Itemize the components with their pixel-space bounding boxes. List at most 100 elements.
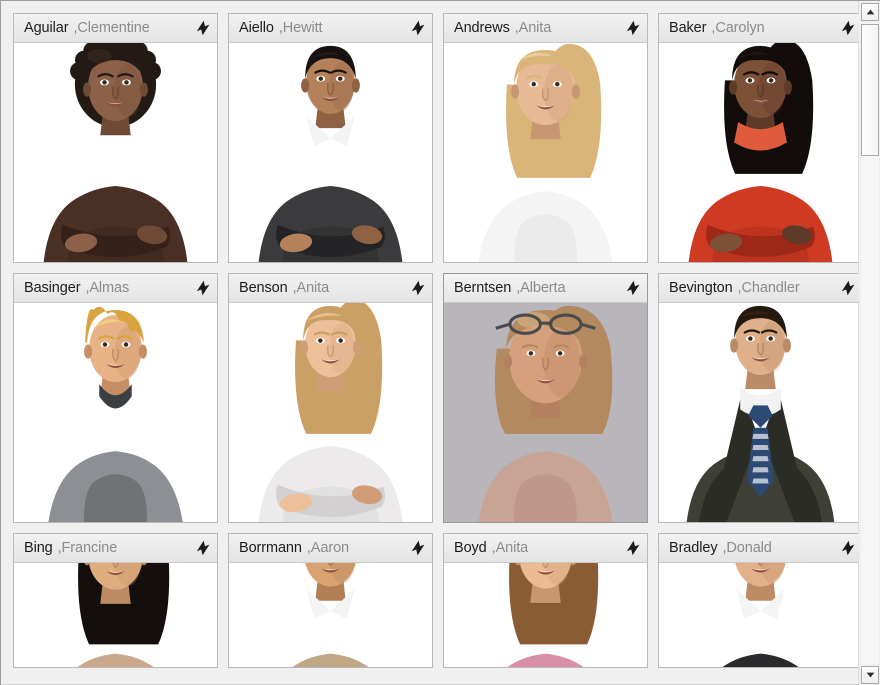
contact-last-name: Boyd (454, 540, 487, 556)
contact-card-header[interactable]: Andrews ,Anita (444, 14, 647, 43)
contact-last-name: Berntsen (454, 280, 512, 296)
contact-last-name: Bing (24, 540, 53, 556)
contact-first-name: ,Anita (514, 20, 552, 36)
contact-first-name: ,Francine (57, 540, 118, 556)
contact-last-name: Aiello (239, 20, 274, 36)
contact-last-name: Borrmann (239, 540, 302, 556)
contact-photo[interactable] (229, 43, 432, 262)
flash-icon (626, 20, 640, 36)
flash-icon (841, 540, 855, 556)
contact-last-name: Basinger (24, 280, 81, 296)
scrollbar-thumb[interactable] (861, 24, 879, 156)
contact-first-name: ,Anita (491, 540, 529, 556)
contact-photo[interactable] (229, 303, 432, 522)
flash-icon (841, 20, 855, 36)
contact-first-name: ,Hewitt (278, 20, 323, 36)
contact-photo[interactable] (14, 43, 217, 262)
contact-first-name: ,Carolyn (711, 20, 765, 36)
contact-card-header[interactable]: Bevington ,Chandler (659, 274, 859, 303)
contact-photo[interactable] (14, 303, 217, 522)
contact-card[interactable]: Aguilar ,Clementine (13, 13, 218, 263)
contact-photo-gallery[interactable]: Aguilar ,Clementine Aiello ,Hewitt Andrews… (1, 1, 859, 685)
flash-icon[interactable] (841, 20, 855, 36)
contact-name: Basinger ,Almas (24, 280, 190, 296)
flash-icon (411, 540, 425, 556)
flash-icon (196, 540, 210, 556)
flash-icon[interactable] (411, 20, 425, 36)
contact-name: Berntsen ,Alberta (454, 280, 620, 296)
contact-first-name: ,Chandler (737, 280, 800, 296)
flash-icon[interactable] (196, 280, 210, 296)
contact-card-header[interactable]: Aiello ,Hewitt (229, 14, 432, 43)
flash-icon (196, 20, 210, 36)
flash-icon[interactable] (411, 540, 425, 556)
contact-first-name: ,Clementine (73, 20, 150, 36)
contact-photo[interactable] (444, 43, 647, 262)
flash-icon (411, 20, 425, 36)
flash-icon (626, 540, 640, 556)
contact-name: Benson ,Anita (239, 280, 405, 296)
contact-card-header[interactable]: Aguilar ,Clementine (14, 14, 217, 43)
flash-icon (841, 280, 855, 296)
contact-name: Boyd ,Anita (454, 540, 620, 556)
flash-icon[interactable] (196, 540, 210, 556)
gallery-row: Aguilar ,Clementine Aiello ,Hewitt Andrews… (13, 13, 859, 263)
flash-icon[interactable] (841, 540, 855, 556)
contact-photo[interactable] (659, 563, 859, 667)
gallery-row: Bing ,Francine Borrmann ,Aaron Boyd ,Anita … (13, 533, 859, 668)
flash-icon (411, 280, 425, 296)
flash-icon[interactable] (626, 20, 640, 36)
contact-first-name: ,Almas (85, 280, 130, 296)
contact-name: Aiello ,Hewitt (239, 20, 405, 36)
contact-card-header[interactable]: Berntsen ,Alberta (444, 274, 647, 303)
contact-photo[interactable] (444, 303, 647, 522)
scroll-up-button[interactable] (861, 3, 879, 21)
contact-card-header[interactable]: Benson ,Anita (229, 274, 432, 303)
contact-name: Aguilar ,Clementine (24, 20, 190, 36)
contact-first-name: ,Aaron (306, 540, 349, 556)
contact-card-header[interactable]: Borrmann ,Aaron (229, 534, 432, 563)
flash-icon[interactable] (411, 280, 425, 296)
contact-card[interactable]: Bing ,Francine (13, 533, 218, 668)
scroll-down-button[interactable] (861, 666, 879, 684)
contact-card[interactable]: Boyd ,Anita (443, 533, 648, 668)
contact-card-header[interactable]: Bradley ,Donald (659, 534, 859, 563)
contact-card[interactable]: Bradley ,Donald (658, 533, 859, 668)
contact-name: Bradley ,Donald (669, 540, 835, 556)
contact-card-header[interactable]: Boyd ,Anita (444, 534, 647, 563)
contact-last-name: Bradley (669, 540, 718, 556)
flash-icon[interactable] (626, 540, 640, 556)
contact-last-name: Benson (239, 280, 288, 296)
contact-first-name: ,Anita (292, 280, 330, 296)
contact-card[interactable]: Baker ,Carolyn (658, 13, 859, 263)
contact-first-name: ,Donald (722, 540, 772, 556)
flash-icon (626, 280, 640, 296)
contact-name: Borrmann ,Aaron (239, 540, 405, 556)
flash-icon[interactable] (196, 20, 210, 36)
contact-card[interactable]: Aiello ,Hewitt (228, 13, 433, 263)
contact-card[interactable]: Bevington ,Chandler (658, 273, 859, 523)
contact-card[interactable]: Benson ,Anita (228, 273, 433, 523)
contact-name: Bing ,Francine (24, 540, 190, 556)
contact-photo[interactable] (659, 43, 859, 262)
contact-photo[interactable] (229, 563, 432, 667)
contact-photo[interactable] (444, 563, 647, 667)
contact-last-name: Bevington (669, 280, 733, 296)
contact-last-name: Andrews (454, 20, 510, 36)
contact-card[interactable]: Borrmann ,Aaron (228, 533, 433, 668)
vertical-scrollbar[interactable] (858, 1, 880, 685)
contact-card-header[interactable]: Basinger ,Almas (14, 274, 217, 303)
gallery-row: Basinger ,Almas Benson ,Anita Berntsen ,Alb… (13, 273, 859, 523)
scroll-down-arrow-icon (866, 672, 874, 678)
contact-card-header[interactable]: Baker ,Carolyn (659, 14, 859, 43)
contact-photo[interactable] (14, 563, 217, 667)
application-window: Aguilar ,Clementine Aiello ,Hewitt Andrews… (0, 0, 880, 685)
contact-card-header[interactable]: Bing ,Francine (14, 534, 217, 563)
contact-card[interactable]: Andrews ,Anita (443, 13, 648, 263)
flash-icon[interactable] (626, 280, 640, 296)
flash-icon[interactable] (841, 280, 855, 296)
contact-photo[interactable] (659, 303, 859, 522)
contact-last-name: Aguilar (24, 20, 69, 36)
contact-card[interactable]: Berntsen ,Alberta (443, 273, 648, 523)
contact-card[interactable]: Basinger ,Almas (13, 273, 218, 523)
